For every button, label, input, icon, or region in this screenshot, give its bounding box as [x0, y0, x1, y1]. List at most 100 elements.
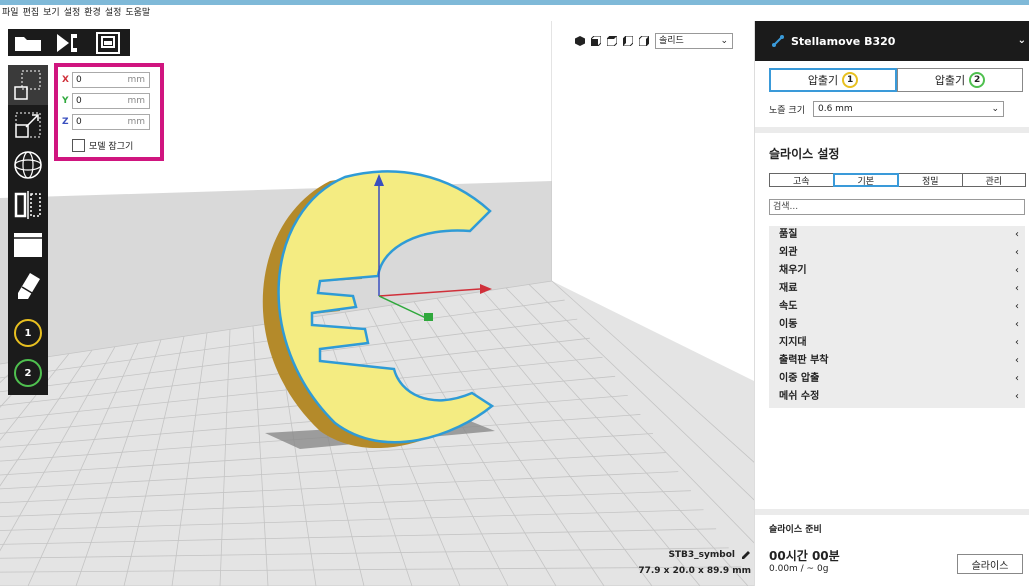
- tool-bar: 1 2: [8, 65, 48, 395]
- printer-link-icon: [772, 35, 784, 47]
- x-position-input[interactable]: 0 mm: [72, 72, 150, 88]
- edit-pencil-icon[interactable]: [741, 550, 751, 560]
- rotate-tool[interactable]: [8, 145, 48, 185]
- menu-edit[interactable]: 편집: [23, 5, 40, 21]
- extruder-1-badge: 1: [14, 319, 42, 347]
- z-axis-row: Z 0 mm: [62, 114, 150, 130]
- setting-category-item[interactable]: 속도 ‹: [769, 298, 1025, 316]
- printer-name: Stellamove B320: [791, 34, 896, 48]
- profile-tab-manage[interactable]: 관리: [961, 173, 1026, 187]
- mirror-tool[interactable]: [8, 185, 48, 225]
- setting-category-item[interactable]: 외관 ‹: [769, 244, 1025, 262]
- setting-category-item[interactable]: 채우기 ‹: [769, 262, 1025, 280]
- 3d-view-icon[interactable]: [575, 36, 585, 46]
- move-tool-panel: X 0 mm Y 0 mm Z 0 mm 모델 잠그기: [54, 63, 164, 161]
- lock-model-label: 모델 잠그기: [89, 142, 134, 152]
- x-axis-row: X 0 mm: [62, 72, 150, 88]
- setting-category-item[interactable]: 재료 ‹: [769, 280, 1025, 298]
- setting-category-item[interactable]: 지지대 ‹: [769, 334, 1025, 352]
- x-axis-label: X: [62, 75, 69, 85]
- setting-category-label: 출력판 부착: [779, 355, 829, 366]
- nozzle-size-value: 0.6 mm: [817, 104, 853, 114]
- folder-icon: [15, 36, 41, 51]
- extruder-tab-1-number: 1: [842, 72, 859, 88]
- stage-tabs: [8, 29, 130, 56]
- y-position-input[interactable]: 0 mm: [72, 93, 150, 109]
- profile-tab-fast[interactable]: 고속: [769, 173, 834, 187]
- chevron-left-icon: ‹: [1015, 391, 1019, 402]
- right-view-icon[interactable]: [639, 36, 649, 46]
- title-bar-accent: [0, 0, 1029, 5]
- menu-help[interactable]: 도움말: [125, 5, 150, 21]
- view-controls: 솔리드 ⌄: [575, 33, 733, 49]
- z-position-input[interactable]: 0 mm: [72, 114, 150, 130]
- per-model-settings-tool[interactable]: [8, 225, 48, 265]
- chevron-left-icon: ‹: [1015, 355, 1019, 366]
- extruder-tab-2-number: 2: [969, 72, 986, 88]
- slice-ready-label: 슬라이스 준비: [769, 525, 822, 535]
- menu-preferences-settings[interactable]: 설정: [105, 5, 122, 21]
- menu-settings[interactable]: 설정: [64, 5, 81, 21]
- open-file-tab[interactable]: [8, 29, 48, 56]
- setting-category-label: 메쉬 수정: [779, 391, 820, 402]
- eraser-icon: [18, 273, 40, 299]
- slice-button[interactable]: 슬라이스: [957, 554, 1023, 574]
- chevron-left-icon: ‹: [1015, 229, 1019, 240]
- nozzle-size-label: 노즐 크기: [769, 105, 805, 116]
- setting-category-label: 이중 압출: [779, 373, 820, 384]
- z-axis-label: Z: [62, 117, 69, 127]
- prepare-tab[interactable]: [48, 29, 88, 56]
- chevron-left-icon: ‹: [1015, 373, 1019, 384]
- menu-file[interactable]: 파일: [2, 5, 19, 21]
- setting-category-item[interactable]: 품질 ‹: [769, 226, 1025, 244]
- right-sidebar: Stellamove B320 ⌄ 압출기 1 압출기 2 노즐 크기 0.6 …: [754, 21, 1029, 586]
- y-unit: mm: [127, 96, 145, 106]
- chevron-left-icon: ‹: [1015, 265, 1019, 276]
- nozzle-size-select[interactable]: 0.6 mm ⌄: [812, 101, 1004, 117]
- profile-tabs: 고속 기본 정밀 관리: [769, 173, 1026, 187]
- extruder-2-button[interactable]: 2: [8, 353, 48, 393]
- chevron-left-icon: ‹: [1015, 301, 1019, 312]
- monitor-tab[interactable]: [88, 29, 128, 56]
- monitor-icon: [96, 31, 120, 54]
- lock-model-checkbox[interactable]: [72, 139, 85, 152]
- profile-tab-fine[interactable]: 정밀: [898, 173, 963, 187]
- extruder-tab-1[interactable]: 압출기 1: [769, 68, 897, 92]
- top-view-icon[interactable]: [607, 36, 617, 46]
- menu-view[interactable]: 보기: [43, 5, 60, 21]
- mirror-icon: [14, 191, 41, 219]
- scale-tool[interactable]: [8, 105, 48, 145]
- left-view-icon[interactable]: [623, 36, 633, 46]
- setting-category-item[interactable]: 메쉬 수정 ‹: [769, 388, 1025, 406]
- per-model-icon: [14, 233, 42, 257]
- settings-search-input[interactable]: 검색...: [769, 199, 1025, 215]
- setting-category-label: 외관: [779, 247, 798, 258]
- prepare-icon: [57, 33, 77, 52]
- y-axis-label: Y: [62, 96, 69, 106]
- scale-icon: [15, 112, 41, 138]
- move-icon: [14, 70, 41, 100]
- chevron-down-icon: ⌄: [1017, 35, 1026, 46]
- setting-category-item[interactable]: 출력판 부착 ‹: [769, 352, 1025, 370]
- app-window: 파일 편집 보기 설정 환경 설정 도움말 1 2 X 0 mm Y 0 mm …: [0, 0, 1029, 586]
- support-blocker-tool[interactable]: [8, 265, 48, 305]
- setting-category-item[interactable]: 이중 압출 ‹: [769, 370, 1025, 388]
- setting-category-label: 채우기: [779, 265, 807, 276]
- z-value: 0: [76, 117, 82, 127]
- view-mode-select[interactable]: 솔리드 ⌄: [655, 33, 733, 49]
- x-unit: mm: [127, 75, 145, 85]
- slice-settings-title: 슬라이스 설정: [769, 147, 840, 161]
- front-view-icon[interactable]: [591, 36, 601, 46]
- setting-category-item[interactable]: 이동 ‹: [769, 316, 1025, 334]
- chevron-left-icon: ‹: [1015, 247, 1019, 258]
- extruder-tab-2[interactable]: 압출기 2: [897, 68, 1023, 92]
- printer-selector[interactable]: Stellamove B320 ⌄: [755, 21, 1029, 61]
- profile-tab-normal[interactable]: 기본: [832, 173, 899, 187]
- setting-category-label: 이동: [779, 319, 798, 330]
- rotate-icon: [14, 151, 42, 179]
- move-tool[interactable]: [8, 65, 48, 105]
- setting-category-label: 속도: [779, 301, 798, 312]
- extruder-1-button[interactable]: 1: [8, 313, 48, 353]
- print-time-estimate: 00시간 00분: [769, 549, 840, 563]
- menu-preferences[interactable]: 환경: [84, 5, 101, 21]
